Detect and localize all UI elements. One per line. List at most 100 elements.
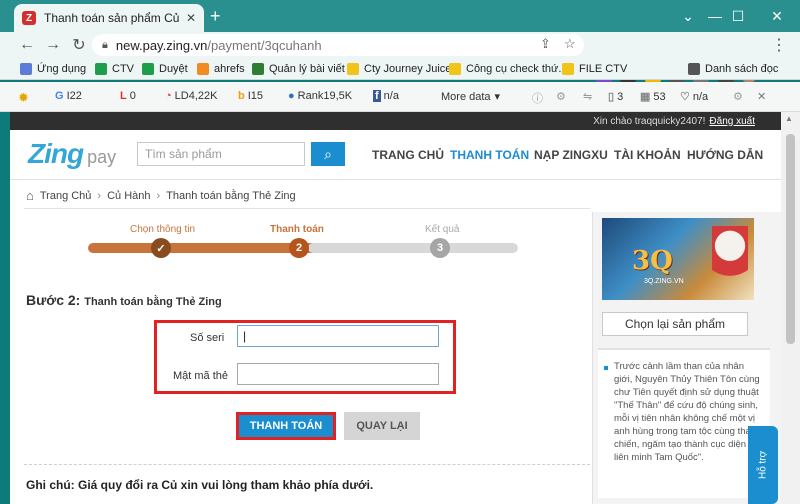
zingpay-logo[interactable]: Zing pay	[28, 138, 116, 170]
links-icon: L	[120, 90, 127, 102]
banner-logo: 3Q	[632, 246, 673, 276]
step-prefix: Bước 2:	[26, 292, 81, 308]
seo-value: n/a	[383, 90, 399, 102]
reselect-product-button[interactable]: Chọn lại sản phẩm	[602, 312, 748, 336]
breadcrumb-home[interactable]: Trang Chủ	[40, 190, 92, 202]
progress-line-todo	[308, 243, 518, 253]
browser-tab[interactable]: Z Thanh toán sản phẩm Củ Hành - ✕	[14, 4, 204, 32]
page-scrollbar[interactable]: ▲	[781, 112, 800, 504]
menu-home[interactable]: TRANG CHỦ	[372, 148, 444, 162]
reading-list-label: Danh sách đọc	[705, 63, 779, 75]
step-3-label: Kết quả	[425, 224, 460, 235]
seo-sun-icon[interactable]: ✹	[18, 90, 29, 106]
close-tab-icon[interactable]: ✕	[186, 11, 196, 25]
seo-stat-heart[interactable]: ♡ n/a	[680, 90, 708, 104]
zing-favicon-icon: Z	[22, 11, 36, 25]
step-1-label: Chọn thông tin	[130, 224, 196, 235]
divider	[24, 464, 590, 465]
seo-value: 0	[129, 90, 136, 102]
reading-list[interactable]: Danh sách đọc	[688, 61, 778, 77]
menu-payment[interactable]: THANH TOÁN	[450, 148, 529, 162]
bookmark-label: Quản lý bài viết	[269, 63, 345, 75]
step-2-label: Thanh toán	[270, 224, 324, 235]
pin-label: Mật mã thẻ	[173, 370, 229, 382]
seo-value: 3	[617, 90, 624, 103]
web-page: Xin chào traqquicky2407! Đăng xuất Zing …	[10, 112, 781, 504]
reading-list-icon	[688, 63, 700, 75]
seo-value: I22	[66, 90, 82, 102]
close-window-button[interactable]: ✕	[754, 0, 800, 32]
seo-stat-ext[interactable]: ▦ 53	[640, 90, 666, 104]
folder-icon	[449, 63, 461, 75]
new-tab-button[interactable]: +	[210, 6, 221, 27]
chevron-right-icon: ›	[156, 189, 161, 202]
breadcrumb-current: Thanh toán bằng Thẻ Zing	[166, 189, 296, 202]
rank-icon: ●	[288, 90, 295, 102]
bookmark-star-icon[interactable]: ☆	[564, 36, 576, 52]
reload-icon[interactable]: ↻	[66, 35, 92, 55]
seo-stat-pages[interactable]: ▯ 3	[608, 90, 624, 104]
info-icon[interactable]: ⓘ	[532, 90, 543, 106]
url-host: new.pay.zing.vn	[115, 37, 208, 53]
menu-account[interactable]: TÀI KHOẢN	[614, 148, 681, 162]
bookmark-ctv[interactable]: CTV	[95, 61, 134, 77]
share-icon[interactable]: ⇪	[540, 36, 551, 52]
site-header: Zing pay Tìm sản phẩm ⌕ TRANG CHỦ THANH …	[10, 130, 781, 180]
apps-grid-icon	[20, 63, 32, 75]
chevron-down-icon: ▾	[494, 91, 501, 103]
pay-button[interactable]: THANH TOÁN	[236, 412, 336, 440]
seo-facebook[interactable]: f n/a	[373, 90, 399, 102]
game-banner[interactable]: 3Q 3Q.ZING.VN	[602, 218, 754, 300]
runner-icon	[252, 63, 264, 75]
serial-input[interactable]: |	[237, 325, 439, 347]
url-path: /payment/3qcuhanh	[207, 37, 322, 53]
search-input[interactable]: Tìm sản phẩm	[137, 142, 305, 166]
seo-settings-icon[interactable]: ⚙	[556, 90, 566, 103]
seo-linking-domains[interactable]: ◔ LD4,22K	[165, 90, 217, 102]
google-icon: G	[55, 90, 64, 102]
breadcrumb-cu-hanh[interactable]: Củ Hành	[107, 190, 150, 202]
seo-value: LD4,22K	[174, 90, 218, 102]
browser-menu-icon[interactable]: ⋮	[766, 35, 792, 55]
home-icon[interactable]: ⌂	[26, 188, 34, 203]
logout-link[interactable]: Đăng xuất	[709, 116, 755, 127]
greeting: Xin chào traqquicky2407!	[593, 115, 706, 127]
seo-google-index[interactable]: G I22	[55, 90, 82, 102]
ahrefs-icon	[197, 63, 209, 75]
bookmark-quan-ly[interactable]: Quản lý bài viết	[252, 61, 345, 77]
folder-icon	[347, 63, 359, 75]
seo-rank[interactable]: ● Rank19,5K	[288, 90, 352, 102]
pin-input[interactable]	[237, 363, 439, 385]
seo-close-icon[interactable]: ✕	[757, 90, 766, 103]
bookmark-duyet[interactable]: Duyệt	[142, 61, 188, 77]
seo-gear-icon[interactable]: ⚙	[733, 90, 743, 103]
bookmark-label: Cty Journey Juice	[364, 63, 452, 75]
bing-icon: b	[238, 90, 245, 102]
bookmark-ahrefs[interactable]: ahrefs	[197, 61, 245, 77]
bookmark-cong-cu[interactable]: Công cụ check thứ...	[449, 61, 568, 77]
breadcrumb: ⌂ Trang Chủ › Củ Hành › Thanh toán bằng …	[26, 188, 296, 203]
browser-tab-strip: Z Thanh toán sản phẩm Củ Hành - ✕ + ⌄ — …	[0, 0, 800, 32]
ld-icon: ◔	[165, 90, 172, 102]
address-bar[interactable]: 🔒︎ new.pay.zing.vn /payment/3qcuhanh ⇪ ☆	[92, 34, 584, 56]
seo-more-data[interactable]: More data ▾	[441, 90, 501, 104]
search-icon[interactable]: ⌕	[311, 142, 345, 166]
divider	[24, 208, 590, 209]
scroll-thumb[interactable]	[786, 134, 795, 344]
menu-guide[interactable]: HƯỚNG DẪN	[687, 148, 763, 162]
bookmark-label: ahrefs	[214, 63, 245, 75]
bookmark-apps[interactable]: Ứng dụng	[20, 61, 86, 77]
back-button[interactable]: QUAY LẠI	[344, 412, 420, 440]
bookmark-file-ctv[interactable]: FILE CTV	[562, 61, 627, 77]
seo-links-icon[interactable]: ⇋	[583, 90, 592, 103]
seo-links[interactable]: L0	[120, 90, 136, 102]
back-arrow-icon[interactable]: ←	[14, 36, 40, 54]
forward-arrow-icon[interactable]: →	[40, 36, 66, 54]
check-icon: ✓	[151, 238, 171, 258]
bookmark-journey-juice[interactable]: Cty Journey Juice	[347, 61, 451, 77]
logo-zing: Zing	[28, 138, 84, 169]
help-button[interactable]: Hỗ trợ	[748, 426, 778, 504]
scroll-up-icon[interactable]: ▲	[785, 114, 793, 123]
seo-bing-index[interactable]: b I15	[238, 90, 263, 102]
menu-topup-zingxu[interactable]: NẠP ZINGXU	[534, 148, 608, 162]
